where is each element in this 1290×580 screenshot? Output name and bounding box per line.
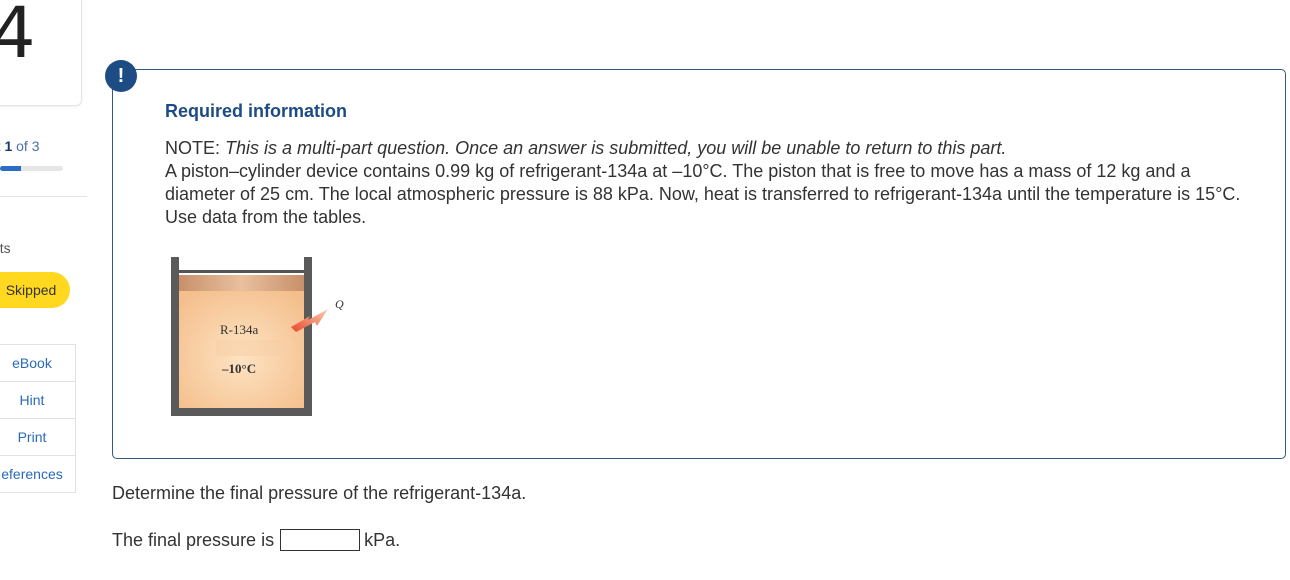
print-button[interactable]: Print [0, 419, 76, 456]
note-text: This is a multi-part question. Once an a… [225, 138, 1007, 158]
label-shade [216, 340, 284, 356]
problem-text: A piston–cylinder device contains 0.99 k… [165, 161, 1241, 227]
status-badge-label: Skipped [5, 282, 57, 298]
answer-row: The final pressure is kPa. [112, 529, 400, 551]
status-badge: Skipped [0, 272, 70, 308]
temperature-label: –10°C [221, 361, 256, 376]
question-number: 4 [0, 0, 36, 74]
piston-cylinder-figure: R-134a –10°C Q [160, 252, 360, 422]
cylinder-left-wall [171, 257, 179, 416]
part-progress-bar [0, 166, 63, 171]
heat-label: Q [335, 297, 344, 311]
exclamation-icon: ! [105, 60, 137, 92]
cylinder-bottom [171, 408, 312, 416]
part-progress-fill [0, 166, 21, 171]
answer-prefix: The final pressure is [112, 529, 275, 550]
part-total: of 3 [16, 138, 40, 154]
required-information-title: Required information [165, 101, 348, 121]
question-prompt: Determine the final pressure of the refr… [112, 483, 527, 503]
part-indicator: rt 1 of 3 [0, 138, 40, 154]
ebook-button[interactable]: eBook [0, 344, 76, 382]
hint-button[interactable]: Hint [0, 382, 76, 419]
final-pressure-input[interactable] [280, 529, 361, 551]
piston [179, 275, 304, 291]
cylinder-right-wall [304, 257, 312, 416]
tools-list: eBook Hint Print eferences [0, 344, 76, 493]
piston-rod-line [179, 270, 304, 273]
problem-statement: NOTE: This is a multi-part question. Onc… [165, 137, 1245, 229]
points-label: nts [0, 240, 11, 256]
references-button[interactable]: eferences [0, 456, 76, 493]
answer-unit: kPa. [364, 529, 401, 550]
substance-label: R-134a [220, 322, 259, 337]
question-number-card: 4 [0, 0, 82, 106]
piston-cylinder-diagram: R-134a –10°C Q [171, 257, 344, 416]
part-prefix: rt [0, 138, 1, 154]
note-label: NOTE: [165, 138, 221, 158]
part-current: 1 [4, 138, 13, 154]
sidebar-divider [0, 196, 87, 197]
